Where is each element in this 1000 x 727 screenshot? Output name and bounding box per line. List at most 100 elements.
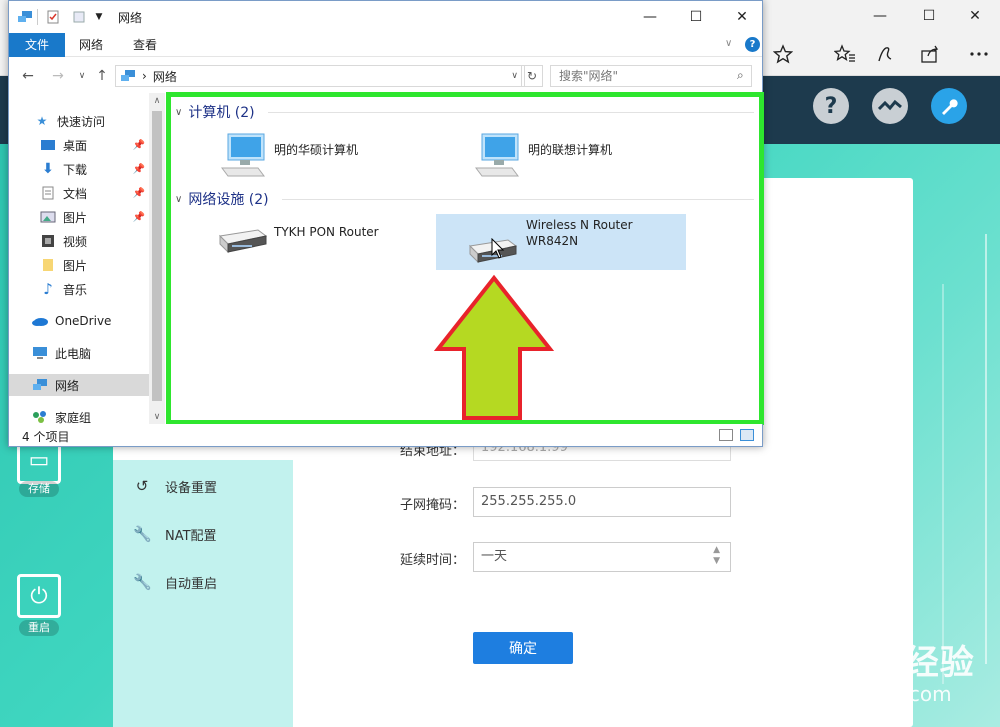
group-header-computers[interactable]: ∨ 计算机 (2) [175, 102, 255, 122]
nav-item-videos[interactable]: 视频 [9, 230, 149, 252]
nav-label: 快速访问 [57, 114, 106, 129]
mouse-cursor-icon [491, 238, 505, 259]
address-box[interactable]: › 网络 ∨ [115, 65, 525, 87]
spinner-icon[interactable]: ▲ ▼ [713, 545, 720, 567]
favorites-hub-icon[interactable] [829, 38, 861, 70]
wrench-icon[interactable] [931, 88, 967, 124]
scroll-thumb[interactable] [152, 111, 162, 401]
pin-icon: 📌 [132, 163, 145, 175]
item-label: 明的联想计算机 [528, 143, 613, 157]
music-icon: ♪ [43, 280, 53, 298]
scroll-down-icon[interactable]: ∨ [149, 409, 165, 425]
minimize-icon[interactable]: — [627, 1, 673, 33]
star-icon: ★ [36, 114, 48, 128]
nav-item-quick-access[interactable]: ★ 快速访问 [9, 110, 149, 132]
router-side-menu: ↺ 设备重置 🔧 NAT配置 🔧 自动重启 [113, 460, 293, 727]
nav-item-network[interactable]: 网络 [9, 374, 149, 396]
menu-item-label: NAT配置 [165, 528, 217, 544]
nav-item-music[interactable]: ♪ 音乐 [9, 278, 149, 300]
pin-icon: 📌 [132, 187, 145, 199]
address-dropdown-icon[interactable]: ∨ [511, 71, 518, 81]
scroll-up-icon[interactable]: ∧ [149, 93, 165, 109]
large-icons-view-icon[interactable] [740, 429, 754, 441]
tab-network[interactable]: 网络 [69, 33, 113, 57]
storage-label[interactable]: 存储 [19, 481, 59, 497]
details-view-icon[interactable] [719, 429, 733, 441]
help-icon[interactable]: ? [745, 37, 760, 52]
up-icon[interactable]: ↑ [91, 65, 113, 87]
explorer-titlebar: ▼ 网络 — ☐ ✕ [9, 1, 762, 33]
subnet-mask-label: 子网掩码： [400, 498, 466, 513]
close-icon[interactable]: ✕ [719, 1, 765, 33]
lease-time-value: 一天 [481, 549, 508, 564]
group-header-network-devices[interactable]: ∨ 网络设施 (2) [175, 189, 269, 209]
item-label-line: Wireless N Router [526, 218, 633, 232]
list-item-tykh-router[interactable]: TYKH PON Router [218, 220, 428, 276]
nav-item-downloads[interactable]: ⬇ 下载 📌 [9, 158, 149, 180]
search-icon[interactable]: ⌕ [737, 68, 744, 83]
nav-label: 音乐 [63, 282, 88, 297]
list-item-lenovo-pc[interactable]: 明的联想计算机 [472, 132, 682, 188]
recent-locations-icon[interactable]: ∨ [71, 65, 93, 87]
pen-icon[interactable] [870, 38, 902, 70]
nav-item-pictures[interactable]: 图片 📌 [9, 206, 149, 228]
favorite-star-icon[interactable] [767, 38, 799, 70]
menu-item-auto-reboot[interactable]: 🔧 自动重启 [133, 571, 217, 593]
nav-item-desktop[interactable]: 桌面 📌 [9, 134, 149, 156]
onedrive-icon [31, 313, 49, 329]
nav-item-pictures-folder[interactable]: 图片 [9, 254, 149, 276]
maximize-icon[interactable]: ☐ [673, 1, 719, 33]
item-label-line: WR842N [526, 234, 579, 248]
nav-label: 下载 [63, 162, 88, 177]
group-divider [282, 199, 754, 200]
lease-time-select[interactable]: 一天 ▲ ▼ [473, 542, 731, 572]
subnet-mask-field[interactable]: 255.255.255.0 [473, 487, 731, 517]
share-icon[interactable] [915, 38, 947, 70]
menu-item-label: 设备重置 [165, 480, 218, 496]
nav-label: 此电脑 [55, 346, 92, 361]
breadcrumb-separator: › [142, 69, 147, 83]
status-bar: 4 个项目 [8, 424, 763, 447]
watermark-main: Bai du 经验 [765, 643, 975, 683]
navigation-pane: ★ 快速访问 桌面 📌 ⬇ 下载 📌 文档 📌 图片 📌 视频 图片 ♪ 音乐 … [9, 93, 165, 425]
nav-label: 图片 [63, 210, 88, 225]
menu-item-nat-config[interactable]: 🔧 NAT配置 [133, 523, 217, 545]
computer-icon [31, 345, 49, 361]
customize-dropdown-icon[interactable]: ▼ [91, 9, 107, 25]
reboot-label[interactable]: 重启 [19, 620, 59, 636]
close-icon[interactable]: ✕ [952, 0, 998, 32]
nav-label: 网络 [55, 378, 80, 393]
list-item-wr842n-router[interactable]: Wireless N Router WR842N [436, 214, 686, 270]
tab-file[interactable]: 文件 [9, 33, 65, 57]
menu-item-device-reset[interactable]: ↺ 设备重置 [133, 475, 217, 497]
ribbon-expand-icon[interactable]: ∨ [725, 38, 732, 49]
forward-icon[interactable]: → [47, 65, 69, 87]
breadcrumb-network[interactable]: 网络 [153, 68, 177, 85]
refresh-icon[interactable]: ↻ [521, 65, 543, 87]
help-icon[interactable]: ? [813, 88, 849, 124]
router-icon [218, 220, 268, 268]
tab-view[interactable]: 查看 [123, 33, 167, 57]
maximize-icon[interactable]: ☐ [906, 0, 952, 32]
nav-item-documents[interactable]: 文档 📌 [9, 182, 149, 204]
nav-item-this-pc[interactable]: 此电脑 [9, 342, 149, 364]
search-input[interactable]: 搜索"网络" [550, 65, 752, 87]
wrench-icon: 🔧 [133, 573, 152, 591]
confirm-button[interactable]: 确定 [473, 632, 573, 664]
group-divider [268, 112, 754, 113]
item-label: Wireless N Router WR842N [526, 217, 633, 249]
new-folder-icon[interactable] [71, 9, 87, 25]
power-icon[interactable]: ⏻ [17, 574, 61, 618]
pin-icon: 📌 [132, 139, 145, 151]
back-icon[interactable]: ← [17, 65, 39, 87]
more-icon[interactable] [963, 38, 995, 70]
status-icon[interactable] [872, 88, 908, 124]
list-item-asus-pc[interactable]: 明的华硕计算机 [218, 132, 428, 188]
nav-scrollbar[interactable]: ∧ ∨ [149, 93, 165, 425]
properties-icon[interactable] [45, 9, 61, 25]
nav-item-onedrive[interactable]: OneDrive [9, 310, 149, 332]
wrench-icon: 🔧 [133, 525, 152, 543]
network-icon [31, 377, 49, 393]
nav-label: 文档 [63, 186, 88, 201]
minimize-icon[interactable]: — [857, 0, 903, 32]
